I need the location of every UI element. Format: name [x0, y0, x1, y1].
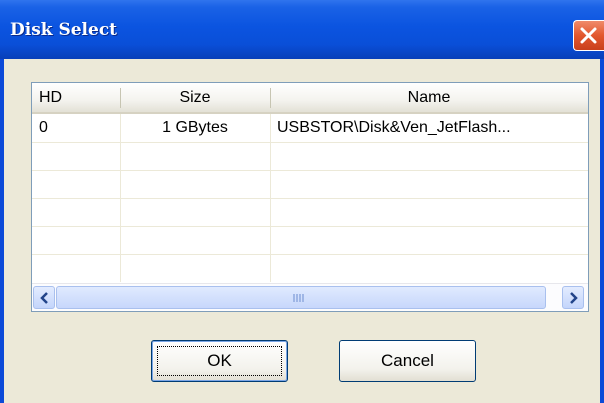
- ok-button[interactable]: OK: [151, 340, 288, 382]
- dialog-body: HD Size Name 0 1 GBytes USBSTOR\Disk&Ven…: [0, 59, 604, 403]
- grid-line: [32, 254, 588, 255]
- column-header-hd[interactable]: HD: [39, 83, 119, 112]
- grid-line: [270, 114, 271, 282]
- arrow-left-icon: [40, 292, 48, 304]
- column-header-name[interactable]: Name: [271, 83, 587, 112]
- scroll-grip-icon: [293, 294, 304, 302]
- column-header-size[interactable]: Size: [121, 83, 269, 112]
- close-button[interactable]: [573, 20, 604, 51]
- list-header: HD Size Name: [32, 83, 588, 114]
- close-icon: [580, 27, 597, 44]
- grid-line: [32, 142, 588, 143]
- grid-line: [32, 170, 588, 171]
- cancel-button[interactable]: Cancel: [339, 340, 476, 382]
- window-title: Disk Select: [10, 20, 118, 40]
- window-border-right: [600, 59, 604, 403]
- scroll-left-button[interactable]: [33, 286, 55, 309]
- title-bar[interactable]: Disk Select: [0, 0, 604, 59]
- grid-line: [32, 198, 588, 199]
- disk-select-dialog: Disk Select HD Size Name 0 1 GBytes USBS…: [0, 0, 604, 403]
- scroll-thumb[interactable]: [56, 286, 546, 309]
- cell-size: 1 GBytes: [162, 119, 228, 136]
- grid-line: [32, 226, 588, 227]
- arrow-right-icon: [570, 292, 578, 304]
- focus-rectangle: [157, 346, 282, 376]
- cell-hd: 0: [39, 119, 48, 136]
- horizontal-scrollbar[interactable]: [32, 283, 588, 311]
- disk-list[interactable]: HD Size Name 0 1 GBytes USBSTOR\Disk&Ven…: [31, 82, 589, 312]
- window-border-left: [0, 59, 4, 403]
- cell-name: USBSTOR\Disk&Ven_JetFlash...: [277, 119, 511, 136]
- cancel-label: Cancel: [381, 351, 434, 370]
- scroll-right-button[interactable]: [562, 286, 584, 309]
